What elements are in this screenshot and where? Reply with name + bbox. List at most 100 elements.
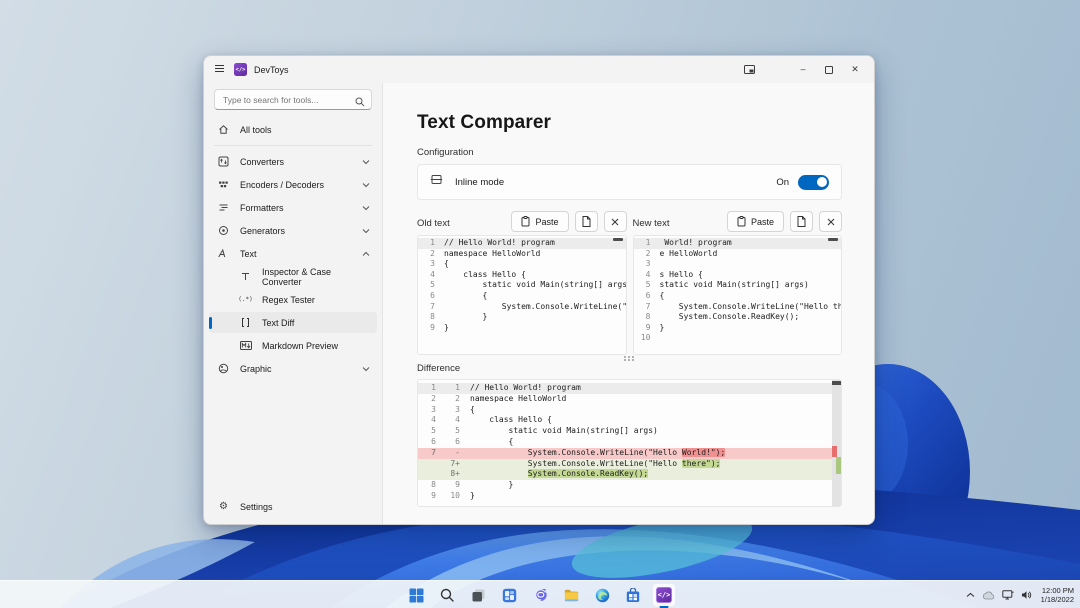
editor-lines: 1// Hello World! program2namespace Hello… — [418, 238, 626, 333]
new-paste-button[interactable]: Paste — [727, 211, 784, 232]
old-open-file-button[interactable] — [575, 211, 598, 232]
widgets-icon — [502, 588, 517, 603]
old-line-number: 4 — [418, 415, 442, 426]
line-number: 7 — [418, 302, 444, 313]
home-icon — [217, 123, 230, 136]
difference-viewer: 11// Hello World! program22namespace Hel… — [417, 379, 842, 507]
diff-row-normal: 66 { — [418, 437, 841, 448]
search-box[interactable] — [214, 89, 372, 110]
task-view-button[interactable] — [466, 583, 490, 607]
sidebar-item-label: Encoders / Decoders — [240, 180, 324, 190]
cloud-icon — [982, 591, 995, 600]
new-line-number: 3 — [442, 405, 466, 416]
tray-chevron-button[interactable] — [966, 592, 975, 598]
chat-button[interactable] — [528, 583, 552, 607]
diff-rows: 11// Hello World! program22namespace Hel… — [418, 383, 841, 502]
line-number: 9 — [634, 323, 660, 334]
sidebar-item-graphic[interactable]: Graphic — [209, 358, 377, 379]
line-text: System.Console.WriteLine("Hello World!")… — [444, 302, 627, 313]
editor-line: 2e HelloWorld — [634, 249, 842, 260]
sidebar-item-converters[interactable]: Converters — [209, 151, 377, 172]
converter-icon — [217, 155, 230, 168]
editor-line: 7 System.Console.WriteLine("Hello there"… — [634, 302, 842, 313]
line-text: e HelloWorld — [660, 249, 718, 260]
scrollbar-thumb[interactable] — [832, 381, 841, 385]
new-open-file-button[interactable] — [790, 211, 813, 232]
devtoys-taskbar-button[interactable]: </> — [652, 583, 676, 607]
editor-line: 4 class Hello { — [418, 270, 626, 281]
new-line-number: 1 — [442, 383, 466, 394]
line-number: 7 — [634, 302, 660, 313]
file-icon — [797, 216, 806, 227]
new-text-label: New text — [633, 218, 670, 232]
editor-line: 2namespace HelloWorld — [418, 249, 626, 260]
old-text-pane: Old text Paste — [417, 210, 627, 355]
network-tray-button[interactable] — [1002, 590, 1014, 600]
diff-overview-ruler[interactable] — [832, 380, 841, 506]
maximize-button[interactable] — [816, 59, 842, 81]
editor-line: 6{ — [634, 291, 842, 302]
new-clear-button[interactable] — [819, 211, 842, 232]
diff-row-normal: 22namespace HelloWorld — [418, 394, 841, 405]
editor-line: 9} — [418, 323, 626, 334]
minimize-button[interactable]: – — [790, 59, 816, 81]
diff-row-added: 8+ System.Console.ReadKey(); — [418, 469, 841, 480]
sidebar-item-encoders-decoders[interactable]: Encoders / Decoders — [209, 174, 377, 195]
search-input[interactable] — [214, 89, 372, 110]
devtoys-icon: </> — [656, 587, 672, 603]
sidebar-item-all-tools[interactable]: All tools — [209, 119, 377, 140]
line-number: 3 — [418, 259, 444, 270]
editor-scrollbar[interactable] — [828, 238, 838, 241]
taskbar-clock[interactable]: 12:00 PM 1/18/2022 — [1039, 586, 1074, 604]
chevron-down-icon — [362, 364, 370, 374]
volume-tray-button[interactable] — [1021, 590, 1032, 600]
widgets-button[interactable] — [497, 583, 521, 607]
file-explorer-button[interactable] — [559, 583, 583, 607]
diff-line-text: } — [466, 491, 475, 502]
start-icon — [409, 588, 424, 603]
line-number: 5 — [634, 280, 660, 291]
sidebar-item-text[interactable]: Text — [209, 243, 377, 264]
editor-scrollbar[interactable] — [613, 238, 623, 241]
gear-icon: ⚙ — [217, 500, 230, 513]
new-text-editor[interactable]: 1 World! program2e HelloWorld34s Hello {… — [633, 235, 843, 355]
taskbar-search-button[interactable] — [435, 583, 459, 607]
diff-line-text: // Hello World! program — [466, 383, 581, 394]
diff-row-normal: 33{ — [418, 405, 841, 416]
sidebar-item-formatters[interactable]: Formatters — [209, 197, 377, 218]
sidebar-item-markdown-preview[interactable]: Markdown Preview — [209, 335, 377, 356]
toggle-knob — [817, 177, 827, 187]
line-text: class Hello { — [444, 270, 526, 281]
old-clear-button[interactable] — [604, 211, 627, 232]
titlebar[interactable]: </> DevToys – ✕ — [204, 56, 874, 83]
pane-splitter[interactable] — [417, 355, 842, 362]
old-paste-button[interactable]: Paste — [511, 211, 568, 232]
sidebar-item-text-diff[interactable]: Text Diff — [209, 312, 377, 333]
old-text-editor[interactable]: 1// Hello World! program2namespace Hello… — [417, 235, 627, 355]
sidebar-item-label: Graphic — [240, 364, 272, 374]
line-number: 10 — [634, 333, 660, 344]
line-text: // Hello World! program — [444, 238, 555, 249]
onedrive-tray-button[interactable] — [982, 591, 995, 600]
old-line-number: 6 — [418, 437, 442, 448]
compact-overlay-button[interactable] — [736, 59, 762, 81]
start-button[interactable] — [404, 583, 428, 607]
line-number: 4 — [634, 270, 660, 281]
close-button[interactable]: ✕ — [842, 59, 868, 81]
sidebar-item-generators[interactable]: Generators — [209, 220, 377, 241]
sidebar-item-settings[interactable]: ⚙ Settings — [209, 496, 377, 517]
line-number: 2 — [418, 249, 444, 260]
sidebar-item-inspector-case-converter[interactable]: Inspector & Case Converter — [209, 266, 377, 287]
sidebar-separator — [214, 145, 372, 146]
line-text: s Hello { — [660, 270, 703, 281]
search-icon[interactable] — [355, 94, 365, 112]
new-text-pane: New text Paste — [633, 210, 843, 355]
edge-button[interactable] — [590, 583, 614, 607]
line-number: 1 — [634, 238, 660, 249]
editor-line: 8 } — [418, 312, 626, 323]
sidebar-item-regex-tester[interactable]: (.*) Regex Tester — [209, 289, 377, 310]
inline-mode-toggle[interactable] — [798, 175, 829, 190]
store-button[interactable] — [621, 583, 645, 607]
text-icon — [217, 247, 230, 260]
hamburger-menu-icon[interactable] — [214, 61, 225, 79]
